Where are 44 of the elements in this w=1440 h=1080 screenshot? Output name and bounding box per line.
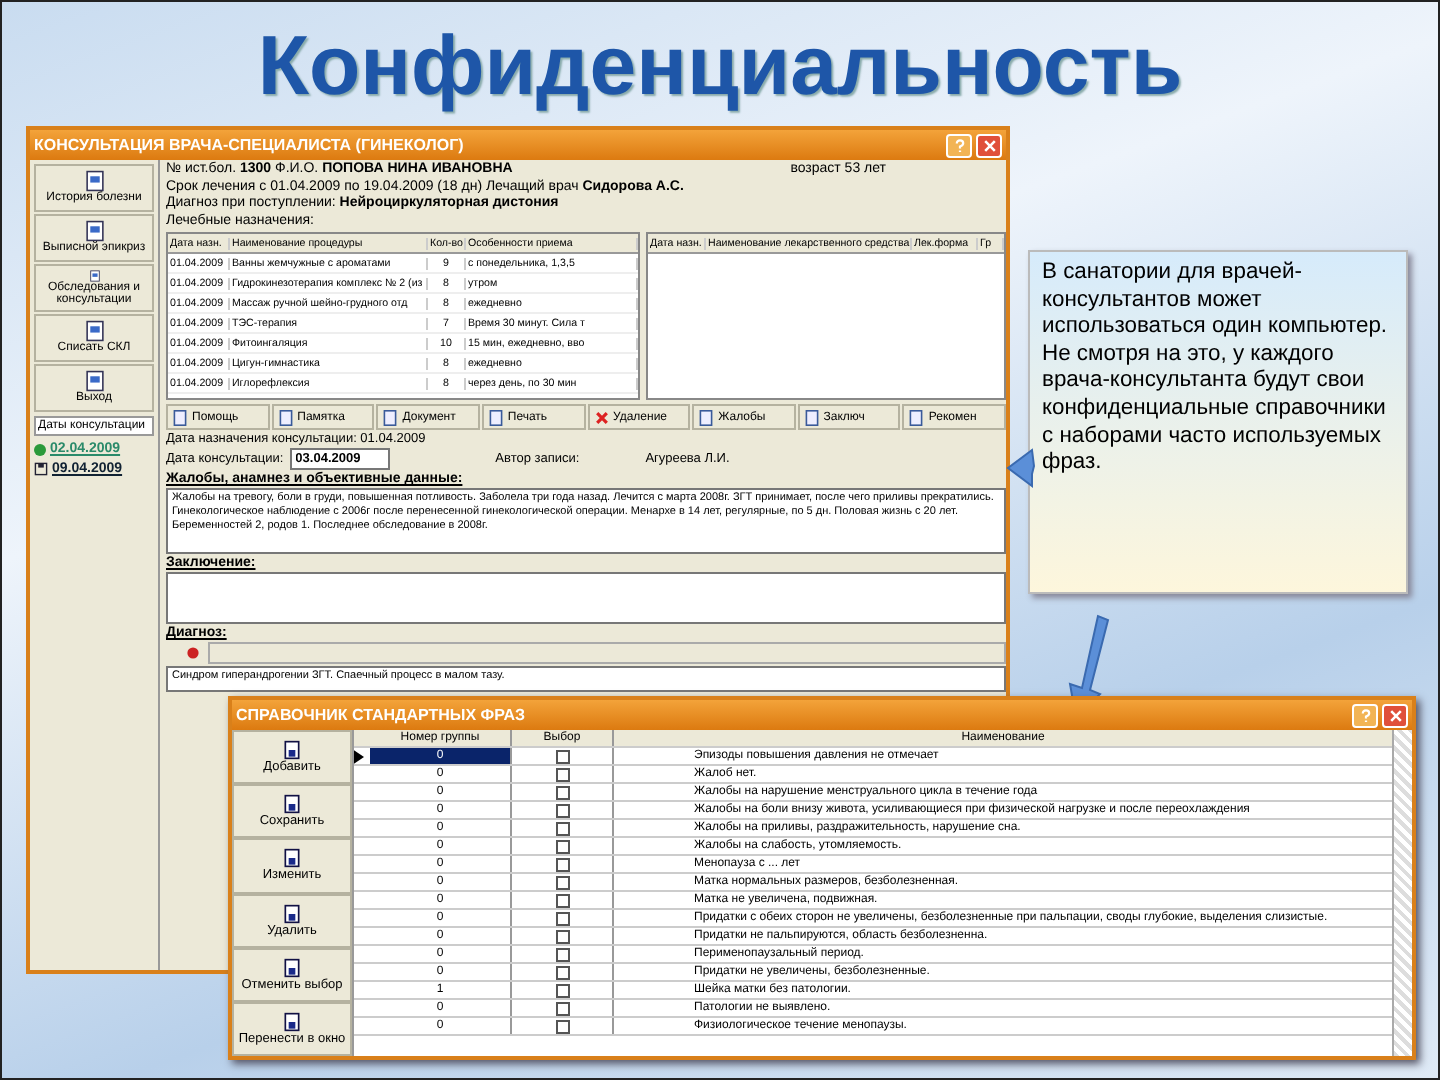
page-icon <box>83 320 105 342</box>
window-title: КОНСУЛЬТАЦИЯ ВРАЧА-СПЕЦИАЛИСТА (ГИНЕКОЛОГ) <box>34 136 466 154</box>
close-icon <box>1387 707 1403 723</box>
page-icon <box>83 220 105 242</box>
conclusion-field[interactable] <box>166 572 1006 624</box>
question-mark-icon <box>1357 707 1373 723</box>
checkbox[interactable] <box>555 875 569 889</box>
checkbox[interactable] <box>555 947 569 961</box>
circle-icon <box>186 646 200 660</box>
checkbox[interactable] <box>555 1019 569 1033</box>
checkbox[interactable] <box>555 785 569 799</box>
page-icon <box>83 170 105 192</box>
checkbox[interactable] <box>555 767 569 781</box>
question-mark-icon <box>951 137 967 153</box>
slide-title: Конфиденциальность <box>255 16 1185 114</box>
window-title: СПРАВОЧНИК СТАНДАРТНЫХ ФРАЗ <box>236 706 528 724</box>
page-icon <box>83 370 105 392</box>
checkbox[interactable] <box>555 749 569 763</box>
callout-text: В санатории для врачей-консультантов может использоваться один компьютер. Не смотря на это, у каждого врача-консультанта будут свои конфиденциальные справочники с наборами часто используемых фраз. <box>1042 260 1390 478</box>
close-button[interactable] <box>1382 703 1408 727</box>
checkbox[interactable] <box>555 893 569 907</box>
page-icon <box>277 409 294 425</box>
page-icon <box>172 409 188 425</box>
checkbox[interactable] <box>555 839 569 853</box>
checkbox[interactable] <box>555 911 569 925</box>
cross-icon <box>593 409 609 425</box>
checkbox[interactable] <box>555 857 569 871</box>
checkbox[interactable] <box>555 1001 569 1015</box>
diagnosis-code-field[interactable] <box>208 642 1006 664</box>
close-icon <box>981 137 997 153</box>
checkbox[interactable] <box>555 983 569 997</box>
page-icon <box>908 409 925 425</box>
scrollbar[interactable] <box>1392 730 1412 1056</box>
page-icon <box>382 409 399 425</box>
checkbox[interactable] <box>555 821 569 835</box>
close-button[interactable] <box>976 133 1002 157</box>
page-icon <box>487 409 504 425</box>
arrow <box>1006 448 1035 488</box>
checkbox[interactable] <box>555 803 569 817</box>
page-icon <box>698 409 715 425</box>
checkbox[interactable] <box>555 929 569 943</box>
checkbox[interactable] <box>555 965 569 979</box>
page-icon <box>803 409 820 425</box>
row-pointer-icon <box>354 749 364 763</box>
